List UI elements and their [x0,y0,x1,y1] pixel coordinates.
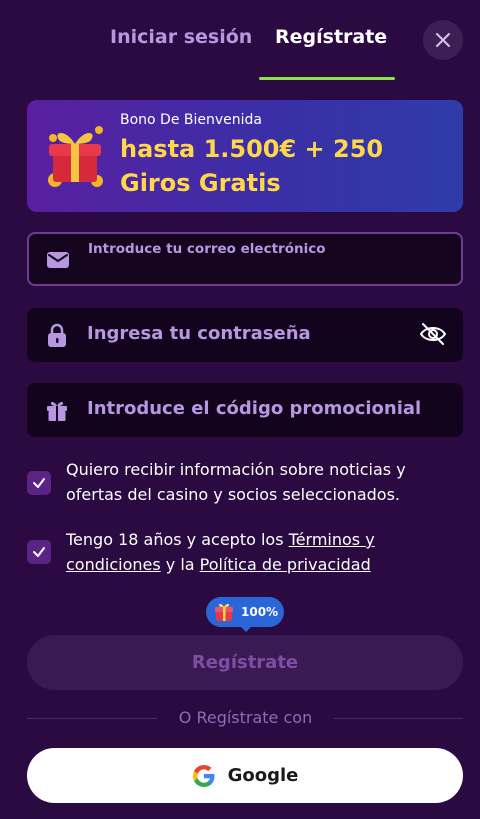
gift-icon [47,401,67,421]
bonus-progress-badge: 100% [206,597,284,632]
envelope-icon [47,252,69,268]
google-icon [192,764,215,787]
email-field[interactable]: Introduce tu correo electrónico [27,232,463,286]
password-field[interactable]: Ingresa tu contraseña [27,308,463,362]
progress-percentage: 100% [241,605,279,619]
google-button-label: Google [227,765,299,786]
privacy-link[interactable]: Política de privacidad [200,555,371,574]
divider-left [27,718,157,719]
auth-tabs: Iniciar sesión Regístrate [0,0,480,80]
tab-register[interactable]: Regístrate [275,26,387,48]
bonus-subtitle: Bono De Bienvenida [120,112,263,128]
check-icon [33,547,45,557]
register-submit-button[interactable]: Regístrate [27,635,463,690]
marketing-checkbox[interactable] [27,471,51,495]
close-button[interactable] [423,20,463,60]
password-placeholder: Ingresa tu contraseña [87,323,311,344]
terms-prefix: Tengo 18 años y acepto los [66,530,289,549]
promo-placeholder: Introduce el código promocionial [87,398,422,419]
lock-icon [48,323,66,347]
divider-right [334,718,463,719]
google-signup-button[interactable]: Google [27,748,463,803]
gift-box-icon [48,126,103,187]
check-icon [33,478,45,488]
welcome-bonus-banner: Bono De Bienvenida hasta 1.500€ + 250 Gi… [27,100,463,212]
tab-login[interactable]: Iniciar sesión [110,26,252,48]
close-icon [436,33,450,47]
promo-code-field[interactable]: Introduce el código promocionial [27,383,463,437]
divider-label: O Regístrate con [178,708,313,727]
gift-icon [215,603,233,621]
terms-middle: y la [160,555,200,574]
eye-off-icon[interactable] [419,321,447,347]
bonus-title: hasta 1.500€ + 250 Giros Gratis [120,135,384,197]
marketing-consent-text: Quiero recibir información sobre noticia… [66,460,406,504]
terms-consent-text: Tengo 18 años y acepto los Términos y co… [66,527,462,577]
email-placeholder: Introduce tu correo electrónico [88,241,326,257]
active-tab-indicator [259,77,395,80]
terms-checkbox[interactable] [27,540,51,564]
